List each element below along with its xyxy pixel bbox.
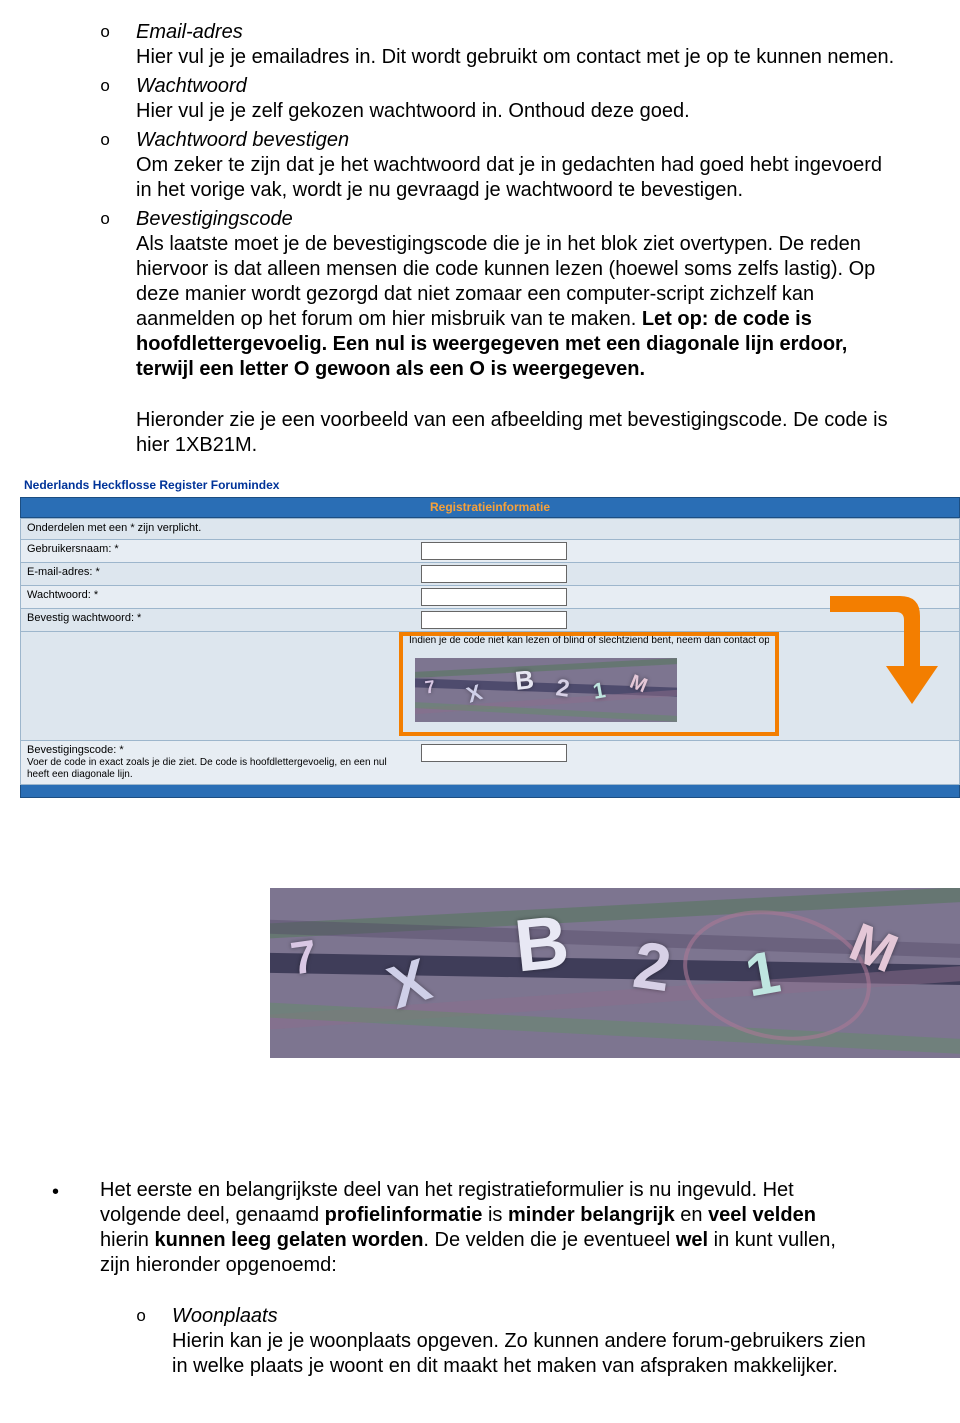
text-bold: profielinformatie xyxy=(325,1204,483,1226)
captcha-row: Indien je de code niet kan lezen of blin… xyxy=(20,632,960,741)
password-input[interactable] xyxy=(421,588,567,606)
bullet-marker: o xyxy=(100,207,136,231)
label-username: Gebruikersnaam: * xyxy=(21,540,415,562)
item-title-password-confirm: Wachtwoord bevestigen xyxy=(136,128,349,153)
item-title-email: Email-adres xyxy=(136,20,243,45)
email-input[interactable] xyxy=(421,565,567,583)
text: hierin xyxy=(100,1229,154,1251)
label-email: E-mail-adres: * xyxy=(21,563,415,585)
pointer-arrow-icon xyxy=(820,586,940,706)
forum-screenshot: Nederlands Heckflosse Register Foruminde… xyxy=(20,476,960,798)
item-title-woonplaats: Woonplaats xyxy=(172,1304,278,1329)
item-title-password: Wachtwoord xyxy=(136,74,247,99)
text-bold: minder belangrijk xyxy=(508,1204,675,1226)
item-body-password: Hier vul je je zelf gekozen wachtwoord i… xyxy=(136,99,900,124)
captcha-image-zoom: 7 X B 2 1 M xyxy=(270,888,960,1058)
label-password-confirm: Bevestig wachtwoord: * xyxy=(21,609,415,631)
text: en xyxy=(675,1204,708,1226)
text-bold: veel velden xyxy=(708,1204,816,1226)
forum-index-link[interactable]: Nederlands Heckflosse Register Foruminde… xyxy=(20,476,960,497)
captcha-image-small: 7 X B 2 1 M xyxy=(415,658,677,722)
password-confirm-input[interactable] xyxy=(421,611,567,629)
label-password: Wachtwoord: * xyxy=(21,586,415,608)
text: . De velden die je eventueel xyxy=(423,1229,675,1251)
item-body-email: Hier vul je je emailadres in. Dit wordt … xyxy=(136,45,900,70)
captcha-char: B xyxy=(513,663,535,697)
example-intro: Hieronder zie je een voorbeeld van een a… xyxy=(136,408,900,458)
bullet-marker: o xyxy=(100,20,136,44)
item-title-confirm-code: Bevestigingscode xyxy=(136,207,293,232)
bullet-marker: o xyxy=(100,74,136,98)
confirm-code-sub: Voer de code in exact zoals je die ziet.… xyxy=(27,757,409,781)
forum-footer-bar xyxy=(20,785,960,798)
required-hint: Onderdelen met een * zijn verplicht. xyxy=(21,519,415,539)
text-bold: wel xyxy=(676,1229,708,1251)
forum-header-title: Registratieinformatie xyxy=(21,498,959,517)
bullet-marker: o xyxy=(100,128,136,152)
username-input[interactable] xyxy=(421,542,567,560)
text-bold: kunnen leeg gelaten worden xyxy=(154,1229,423,1251)
item-body-confirm-code: Als laatste moet je de bevestigingscode … xyxy=(136,232,900,382)
captcha-char: B xyxy=(510,896,573,994)
item-body-woonplaats: Hierin kan je je woonplaats opgeven. Zo … xyxy=(172,1329,870,1379)
forum-header-bar: Registratieinformatie xyxy=(20,497,960,518)
lower-paragraph: Het eerste en belangrijkste deel van het… xyxy=(100,1178,870,1278)
text: is xyxy=(482,1204,508,1226)
bullet-marker: o xyxy=(136,1304,172,1328)
label-confirm-code: Bevestigingscode: * xyxy=(27,744,409,757)
bullet-dot: • xyxy=(52,1178,100,1205)
captcha-char: 7 xyxy=(287,927,320,988)
confirm-code-input[interactable] xyxy=(421,744,567,762)
item-body-password-confirm: Om zeker te zijn dat je het wachtwoord d… xyxy=(136,153,900,203)
